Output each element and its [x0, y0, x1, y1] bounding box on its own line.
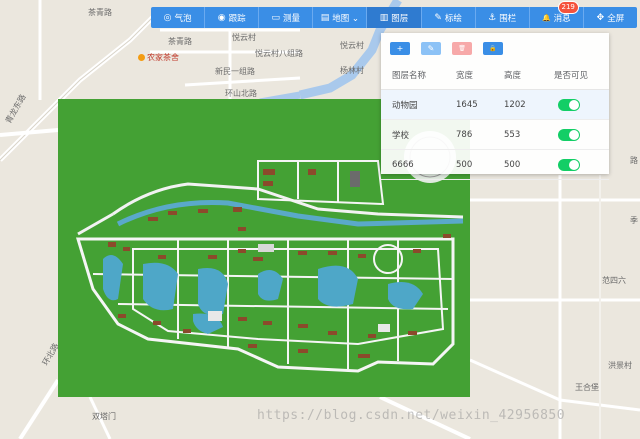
- layer-name-cell: 学校: [381, 119, 455, 150]
- layers-icon: ▥: [379, 12, 389, 23]
- map-label: 杨林村: [340, 66, 364, 75]
- map-label: 双塔门: [92, 412, 116, 421]
- layer-height-cell: 500: [503, 149, 553, 180]
- toolbar-button-label: 地图 ⌄: [332, 13, 360, 24]
- column-header-height: 高度: [503, 60, 553, 90]
- lock-icon: 🔒: [489, 45, 497, 52]
- brush-icon: ✎: [434, 12, 442, 23]
- table-row[interactable]: 学校 786 553: [381, 119, 609, 150]
- layer-name-cell: 动物园: [381, 89, 455, 120]
- map-icon: ▤: [320, 12, 330, 23]
- message-count-badge: 219: [557, 1, 579, 14]
- layer-name-cell: 6666: [381, 149, 455, 180]
- toolbar-button-label: 标绘: [444, 13, 462, 24]
- toolbar-fence-button[interactable]: ⚓ 围栏: [476, 7, 530, 28]
- toolbar-track-button[interactable]: ◉ 跟踪: [205, 7, 260, 28]
- poi-marker-icon: [138, 54, 145, 61]
- ruler-icon: ▭: [271, 12, 281, 23]
- layer-width-cell: 1645: [455, 89, 503, 120]
- map-label: 范四六: [602, 276, 626, 285]
- watermark-text: https://blog.csdn.net/weixin_42956850: [257, 408, 566, 423]
- toolbar-button-label: 围栏: [499, 13, 517, 24]
- layer-visible-cell: [553, 119, 609, 150]
- eye-icon: ◉: [217, 12, 226, 23]
- anchor-icon: ⚓: [488, 12, 497, 23]
- layer-table-header: 图层名称 宽度 高度 是否可见: [381, 60, 609, 90]
- map-label: 季: [630, 216, 638, 225]
- add-layer-button[interactable]: +: [390, 42, 410, 55]
- delete-icon: 🗑: [458, 45, 466, 52]
- fullscreen-icon: ✥: [596, 12, 605, 23]
- eye-off-icon: ◎: [163, 12, 172, 23]
- map-label: 洪景村: [608, 361, 632, 370]
- layer-width-cell: 786: [455, 119, 503, 150]
- toolbar-fullscreen-button[interactable]: ✥ 全屏: [584, 7, 637, 28]
- visibility-toggle[interactable]: [558, 128, 580, 141]
- toolbar-button-label: 气泡: [174, 13, 192, 24]
- map-label: 悦云村八组路: [255, 49, 303, 58]
- map-poi-label: 农家茶舍: [138, 52, 179, 63]
- lock-layer-button[interactable]: 🔒: [483, 42, 503, 55]
- layer-height-cell: 553: [503, 119, 553, 150]
- toolbar-measure-button[interactable]: ▭ 测量: [259, 7, 314, 28]
- layer-panel: + ✎ 🗑 🔒 图层名称 宽度 高度 是否可见 动物园 1645 1202 学校…: [381, 33, 609, 180]
- layer-width-cell: 500: [455, 149, 503, 180]
- map-label: 茶青路: [88, 8, 112, 17]
- map-label: 王合堡: [575, 383, 599, 392]
- toolbar-message-button[interactable]: 🔔 消息 219: [530, 1, 584, 28]
- bell-icon: 🔔: [541, 13, 551, 22]
- plus-icon: +: [396, 44, 404, 53]
- layer-visible-cell: [553, 89, 609, 120]
- toolbar-layers-button[interactable]: ▥ 图层: [367, 7, 422, 28]
- toolbar-button-label: 图层: [391, 13, 409, 24]
- column-header-width: 宽度: [455, 60, 503, 90]
- edit-layer-button[interactable]: ✎: [421, 42, 441, 55]
- toolbar-plot-button[interactable]: ✎ 标绘: [422, 7, 476, 28]
- layer-visible-cell: [553, 149, 609, 180]
- column-header-name: 图层名称: [381, 60, 455, 90]
- map-label: 路: [630, 156, 638, 165]
- visibility-toggle[interactable]: [558, 98, 580, 111]
- table-row[interactable]: 动物园 1645 1202: [381, 89, 609, 120]
- table-row[interactable]: 6666 500 500: [381, 149, 609, 180]
- map-label: 新民一组路: [215, 67, 255, 76]
- layer-height-cell: 1202: [503, 89, 553, 120]
- layer-table: 图层名称 宽度 高度 是否可见 动物园 1645 1202 学校 786 553…: [381, 60, 609, 180]
- column-header-visible: 是否可见: [553, 60, 609, 90]
- map-label: 悦云村: [340, 41, 364, 50]
- toolbar-map-dropdown[interactable]: ▤ 地图 ⌄: [313, 7, 368, 28]
- visibility-toggle[interactable]: [558, 158, 580, 171]
- delete-layer-button[interactable]: 🗑: [452, 42, 472, 55]
- layer-panel-actions: + ✎ 🗑 🔒: [390, 42, 503, 55]
- toolbar-bubble-button[interactable]: ◎ 气泡: [151, 7, 206, 28]
- toolbar-button-label: 测量: [283, 13, 301, 24]
- toolbar-button-label: 全屏: [607, 13, 625, 24]
- map-label: 环山北路: [225, 89, 257, 98]
- map-poi-text: 农家茶舍: [147, 53, 179, 62]
- map-toolbar: ◎ 气泡 ◉ 跟踪 ▭ 测量 ▤ 地图 ⌄ ▥ 图层 ✎ 标绘 ⚓ 围栏 🔔 消息 219 ✥ 全屏: [151, 1, 637, 28]
- map-label: 悦云村: [232, 33, 256, 42]
- toolbar-button-label: 跟踪: [228, 13, 246, 24]
- edit-icon: ✎: [427, 44, 435, 53]
- map-label: 茶青路: [168, 37, 192, 46]
